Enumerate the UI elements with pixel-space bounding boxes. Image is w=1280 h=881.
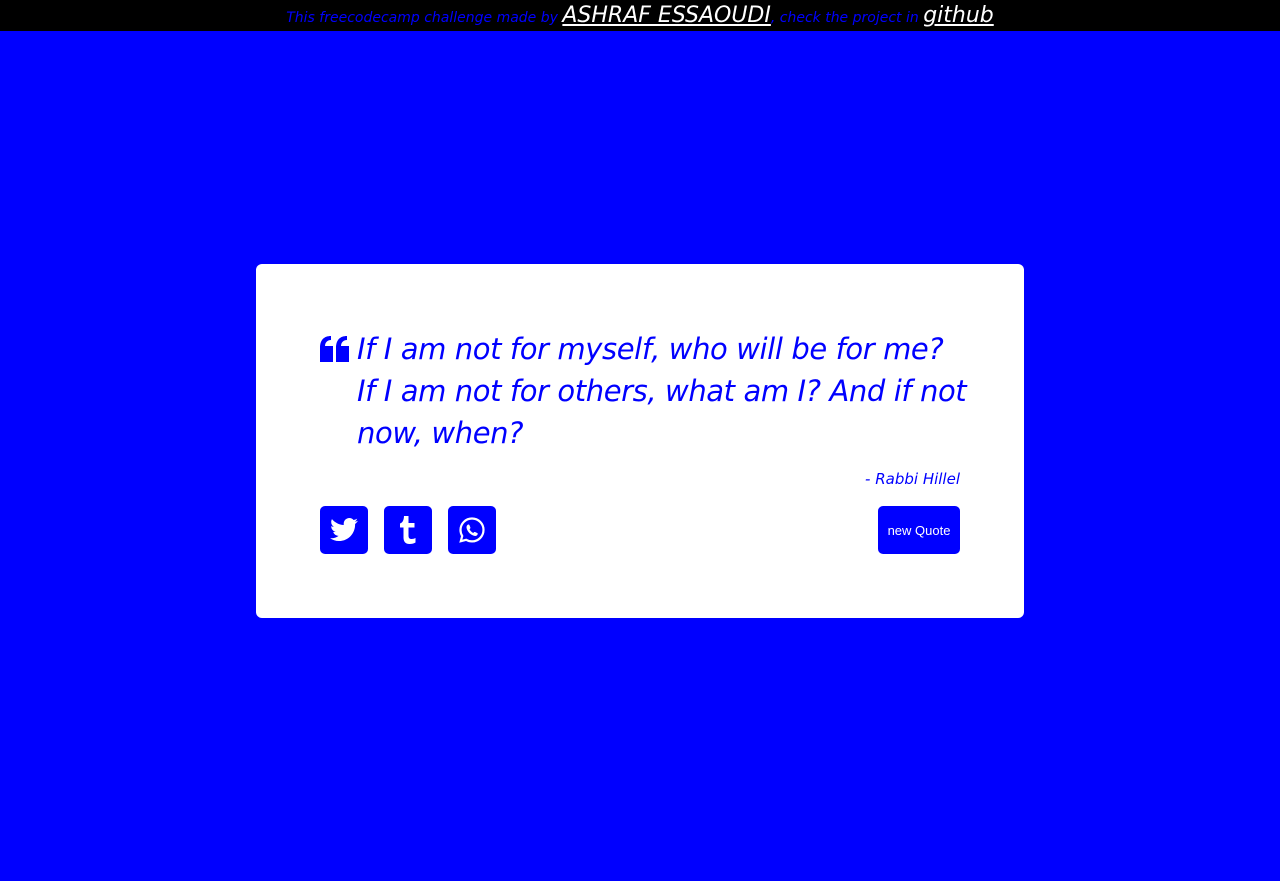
quote-box: If I am not for myself, who will be for …: [256, 264, 1024, 618]
tweet-quote-button[interactable]: [320, 506, 368, 554]
banner-text-before: This freecodecamp challenge made by: [286, 10, 563, 26]
quote-text: If I am not for myself, who will be for …: [357, 332, 967, 450]
quote-author: - Rabbi Hillel: [865, 470, 960, 488]
top-banner: This freecodecamp challenge made by ASHR…: [0, 0, 1280, 31]
banner-text-middle: , check the project in: [770, 10, 924, 26]
new-quote-button[interactable]: new Quote: [878, 506, 960, 554]
tumblr-quote-button[interactable]: [384, 506, 432, 554]
whatsapp-icon: [459, 517, 485, 543]
whatsapp-quote-button[interactable]: [448, 506, 496, 554]
author-link[interactable]: ASHRAF ESSAOUDI: [562, 3, 770, 28]
github-link[interactable]: github: [923, 3, 994, 28]
twitter-icon: [330, 518, 358, 542]
quote-left-icon: [320, 336, 350, 362]
tumblr-icon: [399, 516, 417, 544]
